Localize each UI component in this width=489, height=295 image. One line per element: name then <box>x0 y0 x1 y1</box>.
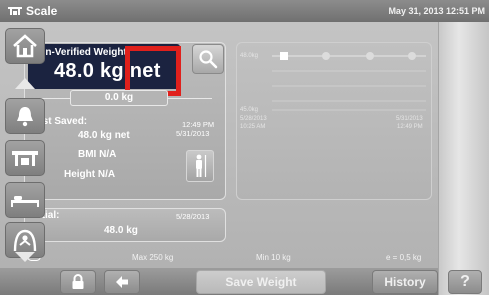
down-arrow-icon <box>15 252 35 262</box>
datetime: May 31, 2013 12:51 PM <box>388 6 485 16</box>
last-saved-date: 5/31/2013 <box>176 129 210 138</box>
tare-value: 0.0 kg <box>70 90 168 106</box>
lock-icon <box>72 274 84 289</box>
search-icon <box>199 50 218 69</box>
trend-point <box>322 52 330 60</box>
person-height-icon <box>196 154 207 177</box>
chart-start-time: 10:25 AM <box>240 124 266 130</box>
home-icon <box>13 34 37 58</box>
trend-point <box>366 52 374 60</box>
initial-date: 5/28/2013 <box>176 212 210 221</box>
alarm-button[interactable] <box>5 98 45 134</box>
highlight-box <box>125 46 181 96</box>
trend-point-start <box>280 52 288 60</box>
chart-start-date: 5/28/2013 <box>240 116 267 122</box>
scroll-up-button[interactable] <box>5 70 45 96</box>
initial-value: 48.0 kg <box>104 225 138 236</box>
search-button[interactable] <box>192 44 224 74</box>
scale-nav-icon <box>12 151 38 166</box>
scale-nav-button[interactable] <box>5 140 45 176</box>
history-button[interactable]: History <box>372 270 438 294</box>
height-value: Height N/A <box>64 169 116 180</box>
home-button[interactable] <box>5 28 45 64</box>
up-arrow-icon <box>15 78 35 89</box>
bed-button[interactable] <box>5 182 45 218</box>
resolution: e = 0,5 kg <box>386 253 422 262</box>
scroll-down-button[interactable] <box>5 248 45 266</box>
bed-icon <box>11 196 39 207</box>
chart-y-bottom-label: 45.0kg <box>240 107 259 113</box>
chart-y-top-label: 48.0kg <box>240 53 259 59</box>
help-button[interactable]: ? <box>448 270 482 294</box>
lock-button[interactable] <box>60 270 96 294</box>
bell-icon <box>17 107 33 127</box>
height-button[interactable] <box>186 150 214 182</box>
back-arrow-icon <box>116 276 128 288</box>
last-saved-time: 12:49 PM <box>182 120 215 129</box>
non-verified-weight-label: Non-Verified Weight: <box>32 47 131 58</box>
max-capacity: Max 250 kg <box>132 253 174 262</box>
back-button[interactable] <box>104 270 140 294</box>
save-weight-button[interactable]: Save Weight <box>196 270 326 294</box>
title-bar: Scale May 31, 2013 12:51 PM <box>0 0 489 22</box>
min-capacity: Min 10 kg <box>256 253 291 262</box>
chart-end-time: 12:49 PM <box>397 124 423 130</box>
chart-end-date: 5/31/2013 <box>396 116 423 122</box>
trend-point <box>408 52 416 60</box>
app-title: Scale <box>26 4 58 18</box>
bmi-value: BMI N/A <box>78 149 117 160</box>
scale-icon <box>8 7 22 15</box>
right-nav-bar <box>438 22 489 295</box>
last-saved-value: 48.0 kg net <box>78 130 130 141</box>
